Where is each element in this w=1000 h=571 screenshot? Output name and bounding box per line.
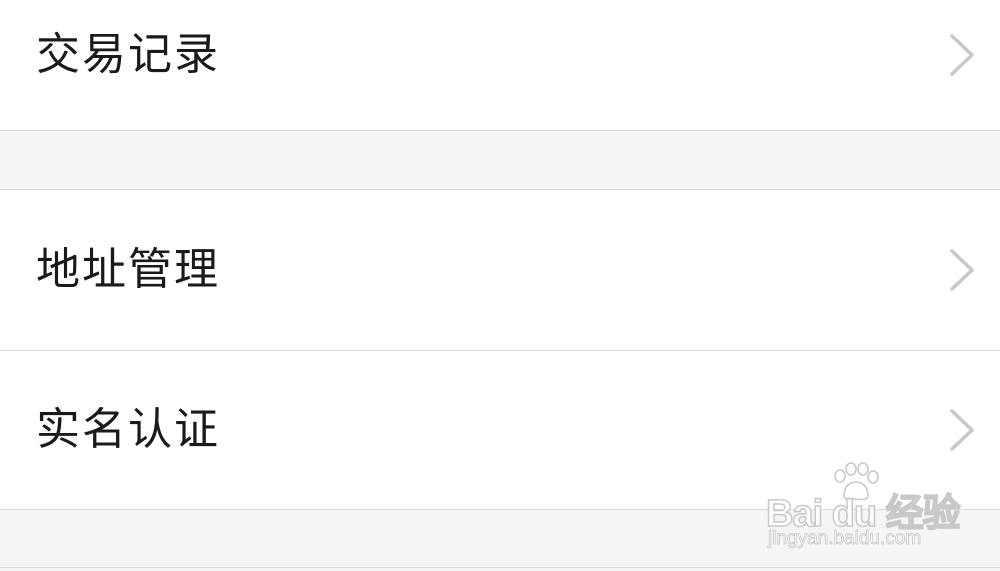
menu-item-address-management[interactable]: 地址管理 [0, 190, 1000, 350]
chevron-right-icon [946, 407, 976, 453]
menu-item-label: 实名认证 [36, 404, 220, 455]
menu-item-label: 地址管理 [36, 244, 220, 295]
watermark-url: jingyan.baidu.com [768, 528, 922, 550]
menu-group-1: 交易记录 [0, 0, 1000, 131]
menu-item-label: 交易记录 [36, 29, 220, 80]
chevron-right-icon [946, 32, 976, 78]
menu-item-transaction-records[interactable]: 交易记录 [0, 0, 1000, 110]
section-divider [0, 567, 1000, 568]
chevron-right-icon [946, 247, 976, 293]
baidu-jingyan-watermark: Bai du 经验 jingyan.baidu.com [765, 462, 966, 557]
